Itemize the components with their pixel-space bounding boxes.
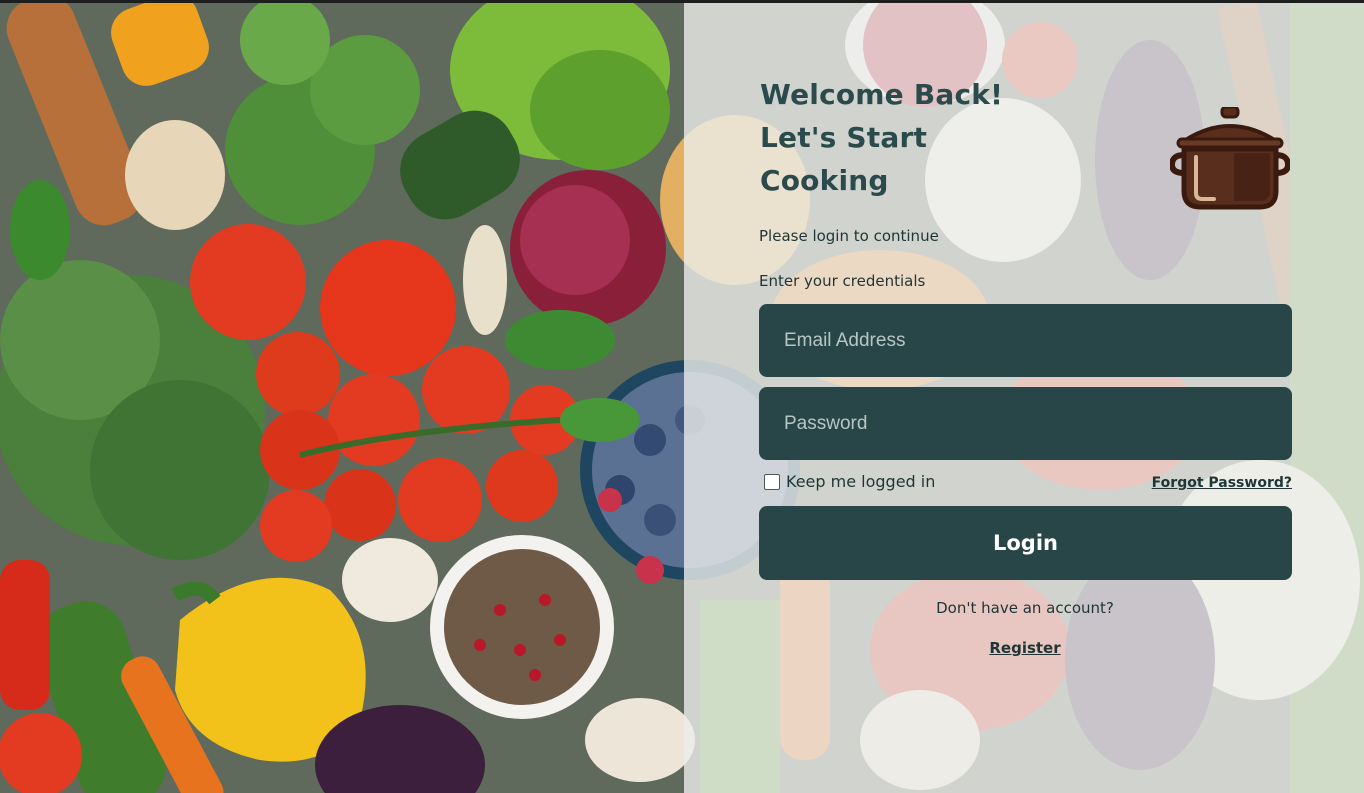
cooking-pot-icon	[1168, 105, 1292, 211]
login-button[interactable]: Login	[759, 506, 1292, 580]
heading-line-3: Cooking	[760, 164, 889, 197]
no-account-label: Don't have an account?	[936, 599, 1114, 617]
credentials-label: Enter your credentials	[759, 272, 926, 290]
heading-line-2: Let's Start	[760, 121, 928, 154]
window-top-border	[0, 0, 1364, 3]
checkbox-icon[interactable]	[764, 473, 780, 490]
heading-line-1: Welcome Back!	[760, 78, 1004, 111]
email-field[interactable]	[759, 304, 1292, 377]
register-link[interactable]: Register	[989, 639, 1060, 657]
register-row: Register	[684, 639, 1364, 657]
no-account-text: Don't have an account?	[684, 599, 1364, 617]
password-field-container	[759, 387, 1292, 460]
remember-me-label: Keep me logged in	[786, 472, 936, 491]
login-panel: Welcome Back! Let's Start Cooking Please…	[684, 3, 1364, 793]
email-field-container	[759, 304, 1292, 377]
welcome-heading: Welcome Back! Let's Start Cooking	[760, 73, 1020, 202]
remember-me[interactable]: Keep me logged in	[764, 472, 935, 491]
password-field[interactable]	[759, 387, 1292, 460]
login-prompt-text: Please login to continue	[759, 227, 939, 245]
forgot-password-link[interactable]: Forgot Password?	[1152, 475, 1292, 491]
